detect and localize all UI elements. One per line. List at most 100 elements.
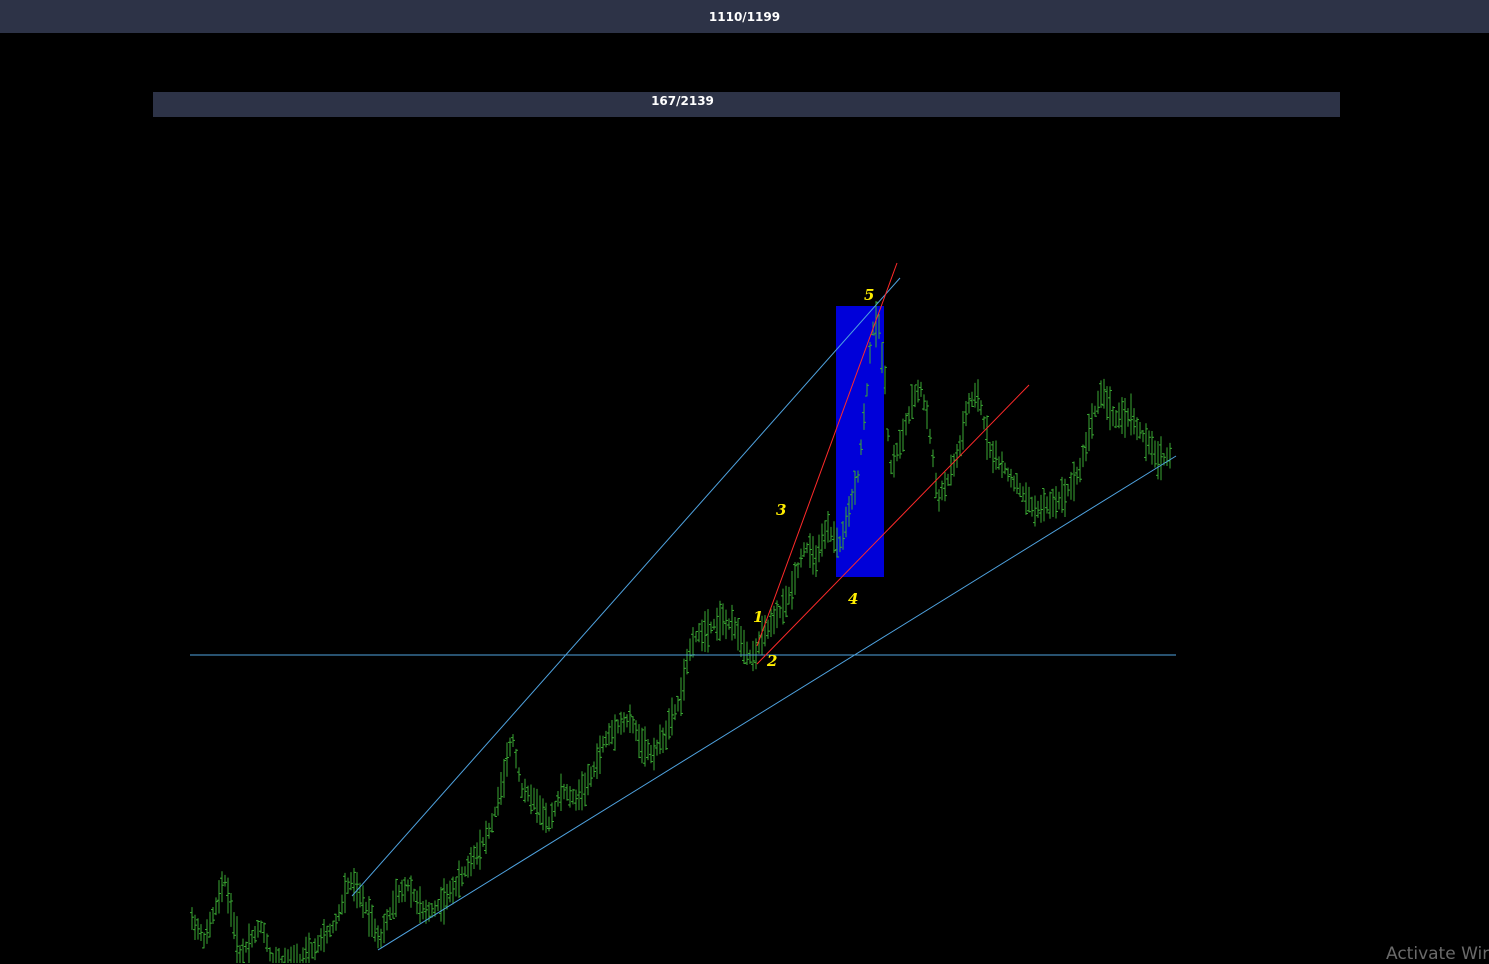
price-bar	[463, 866, 467, 877]
price-bar	[907, 406, 911, 424]
price-bar	[299, 953, 301, 963]
price-bar	[1018, 482, 1022, 498]
price-bar	[739, 625, 743, 658]
price-bar	[679, 677, 683, 716]
price-bar	[287, 949, 289, 963]
price-bar	[1045, 496, 1049, 514]
price-bar	[955, 443, 959, 468]
price-bar	[442, 878, 446, 925]
price-bar	[514, 748, 518, 769]
price-bar	[277, 947, 280, 963]
price-bar	[556, 791, 560, 807]
price-bar	[193, 914, 197, 940]
price-bar	[742, 629, 746, 665]
price-bar	[580, 771, 584, 811]
price-bar	[625, 714, 629, 728]
price-bar	[541, 798, 545, 831]
price-bar	[1009, 468, 1013, 488]
price-bar	[275, 946, 277, 963]
price-bar	[553, 800, 557, 817]
price-bar	[313, 938, 317, 961]
price-bar	[1021, 486, 1025, 502]
price-bar	[628, 704, 632, 733]
price-bar	[889, 459, 893, 475]
price-bar	[619, 711, 623, 735]
price-bar	[469, 847, 473, 877]
price-bar	[346, 877, 350, 894]
price-bar	[1069, 471, 1073, 500]
price-bar	[1129, 393, 1133, 436]
price-bar	[673, 704, 677, 721]
price-bar	[952, 453, 956, 477]
price-bar	[517, 767, 521, 782]
price-bar	[637, 724, 641, 759]
price-bar	[436, 899, 440, 911]
price-bar	[802, 542, 806, 557]
price-bar	[811, 536, 815, 575]
price-bar	[925, 400, 929, 430]
price-bar	[412, 888, 416, 902]
price-bar	[535, 788, 539, 823]
price-bar	[331, 920, 335, 934]
price-bar	[319, 928, 323, 951]
price-bar	[1141, 430, 1145, 443]
price-bar	[931, 449, 935, 468]
price-bar	[454, 876, 458, 897]
price-bar	[1105, 386, 1109, 420]
price-bar	[736, 618, 740, 651]
price-bar	[1036, 500, 1040, 518]
price-bar	[814, 545, 818, 578]
price-bar	[376, 925, 380, 949]
price-bar	[1147, 430, 1151, 455]
price-bar	[784, 585, 788, 618]
price-bar	[271, 952, 275, 963]
price-bar	[496, 786, 500, 816]
price-bar	[652, 737, 656, 771]
price-bar	[634, 720, 638, 742]
price-bar	[244, 941, 248, 953]
price-bar	[373, 918, 377, 942]
price-bar	[256, 920, 260, 938]
price-bar	[400, 879, 404, 903]
price-bar	[775, 600, 779, 629]
price-bar	[667, 708, 671, 740]
price-bar	[457, 860, 461, 899]
price-bar	[520, 783, 524, 798]
price-bar	[211, 906, 215, 925]
price-bar	[781, 588, 785, 625]
price-bar	[196, 918, 200, 940]
price-bar	[220, 871, 224, 903]
price-bar	[382, 913, 386, 944]
price-bar	[262, 922, 266, 944]
price-bar	[658, 724, 662, 755]
price-bar	[1030, 496, 1034, 517]
price-bar	[1081, 444, 1085, 468]
price-bar	[550, 802, 554, 829]
lower-trendline	[377, 455, 1177, 951]
price-bar	[1120, 397, 1124, 435]
price-bar	[238, 945, 242, 963]
price-bar	[1111, 406, 1115, 427]
price-bar	[724, 609, 728, 640]
price-bar	[790, 571, 794, 610]
price-bar	[370, 904, 374, 938]
price-chart[interactable]: 1 2 3 4 5	[0, 0, 1489, 963]
price-bar	[352, 867, 356, 902]
price-bar	[1144, 423, 1148, 462]
price-bar	[733, 616, 737, 639]
price-bar	[922, 394, 926, 411]
price-bar	[232, 912, 236, 940]
price-bar	[703, 611, 707, 652]
price-bar	[1114, 409, 1118, 429]
price-bar	[664, 720, 668, 751]
price-bar	[913, 384, 917, 408]
price-bar	[988, 441, 992, 459]
price-bar	[787, 586, 791, 605]
price-bars	[190, 365, 1172, 963]
price-bar	[283, 947, 286, 963]
price-bar	[538, 795, 542, 825]
windows-activation-watermark: Activate Wir	[1386, 944, 1489, 964]
price-bar	[379, 928, 383, 948]
price-bar	[310, 942, 314, 959]
price-bar	[565, 784, 569, 801]
